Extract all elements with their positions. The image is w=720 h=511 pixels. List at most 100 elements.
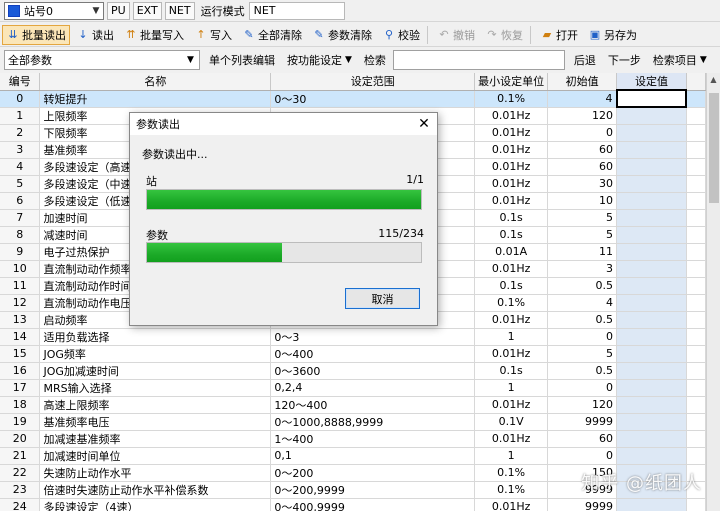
param-no: 23 <box>0 481 41 499</box>
param-set-value[interactable] <box>616 192 687 210</box>
net-button[interactable]: NET <box>164 1 195 20</box>
read-button[interactable]: ↓ 读出 <box>72 25 118 45</box>
param-range: 0～3600 <box>270 362 476 380</box>
dialog-titlebar: 参数读出 ✕ <box>130 113 437 135</box>
cancel-button[interactable]: 取消 <box>345 288 420 309</box>
param-set-value[interactable] <box>616 158 687 176</box>
open-button[interactable]: ▰ 打开 <box>536 25 582 45</box>
next-button[interactable]: 下一步 <box>605 50 644 70</box>
param-set-value[interactable] <box>615 89 688 108</box>
save-icon: ▣ <box>589 27 601 41</box>
param-set-value[interactable] <box>616 362 687 380</box>
param-set-value[interactable] <box>616 294 687 312</box>
param-set-value[interactable] <box>616 209 687 227</box>
header-min-unit[interactable]: 最小设定单位 <box>474 73 549 91</box>
ext-button[interactable]: EXT <box>132 1 162 20</box>
param-initial: 0 <box>547 447 618 465</box>
param-set-value[interactable] <box>616 243 687 261</box>
param-group-select[interactable]: 全部参数 ▼ <box>4 50 200 70</box>
station-select[interactable]: 站号0 ▼ <box>4 1 104 20</box>
table-row[interactable]: 15 JOG频率 0～400 0.01Hz 5 <box>0 345 706 363</box>
station-bar: 站号0 ▼ PU EXT NET 运行模式 NET <box>0 0 720 22</box>
header-name[interactable]: 名称 <box>39 73 272 91</box>
write-button[interactable]: ↑ 写入 <box>190 25 236 45</box>
table-row[interactable]: 19 基准频率电压 0～1000,8888,9999 0.1V 9999 <box>0 413 706 431</box>
search-item-button[interactable]: 检索项目 ▼ <box>650 50 710 70</box>
close-icon[interactable]: ✕ <box>411 116 437 132</box>
param-clear-button[interactable]: ✎ 参数清除 <box>308 25 376 45</box>
row-filler <box>686 192 706 210</box>
param-no: 3 <box>0 141 41 159</box>
param-no: 1 <box>0 107 41 125</box>
scrollbar-thumb[interactable] <box>709 93 719 203</box>
param-name: 倍速时失速防止动作水平补偿系数 <box>39 481 272 499</box>
param-name: 加减速基准频率 <box>39 430 272 448</box>
header-filler <box>686 73 706 91</box>
pu-button[interactable]: PU <box>107 1 130 20</box>
param-no: 4 <box>0 158 41 176</box>
table-row[interactable]: 20 加减速基准频率 1～400 0.01Hz 60 <box>0 430 706 448</box>
row-filler <box>686 294 706 312</box>
param-no: 17 <box>0 379 41 397</box>
table-row[interactable]: 18 高速上限频率 120～400 0.01Hz 120 <box>0 396 706 414</box>
chevron-down-icon: ▼ <box>345 55 352 65</box>
row-filler <box>686 498 706 511</box>
single-list-edit-button[interactable]: 单个列表编辑 <box>206 50 278 70</box>
param-set-value[interactable] <box>616 175 687 193</box>
header-range[interactable]: 设定范围 <box>270 73 476 91</box>
write-label: 写入 <box>210 28 232 42</box>
param-set-value[interactable] <box>616 141 687 159</box>
param-set-value[interactable] <box>616 345 687 363</box>
header-set-value[interactable]: 设定值 <box>616 73 687 91</box>
param-initial: 0 <box>547 328 618 346</box>
param-name: JOG频率 <box>39 345 272 363</box>
scroll-up-icon[interactable]: ▲ <box>707 73 720 87</box>
table-row[interactable]: 0 转矩提升 0～30 0.1% 4 <box>0 89 706 108</box>
open-label: 打开 <box>556 28 578 42</box>
redo-button[interactable]: ↷ 恢复 <box>481 25 527 45</box>
param-set-value[interactable] <box>616 124 687 142</box>
table-row[interactable]: 17 MRS输入选择 0,2,4 1 0 <box>0 379 706 397</box>
clear-all-button[interactable]: ✎ 全部清除 <box>238 25 306 45</box>
undo-button[interactable]: ↶ 撤销 <box>433 25 479 45</box>
row-filler <box>686 124 706 142</box>
param-set-value[interactable] <box>616 328 687 346</box>
verify-button[interactable]: ⚲ 校验 <box>378 25 424 45</box>
back-button[interactable]: 后退 <box>571 50 599 70</box>
table-row[interactable]: 24 多段速设定（4速） 0～400,9999 0.01Hz 9999 <box>0 498 706 511</box>
param-min-unit: 0.01Hz <box>474 124 549 142</box>
param-set-value[interactable] <box>616 413 687 431</box>
param-set-value[interactable] <box>616 430 687 448</box>
param-set-value[interactable] <box>616 260 687 278</box>
param-set-value[interactable] <box>616 277 687 295</box>
save-as-button[interactable]: ▣ 另存为 <box>584 25 641 45</box>
table-row[interactable]: 14 适用负载选择 0～3 1 0 <box>0 328 706 346</box>
param-set-value[interactable] <box>616 447 687 465</box>
table-row[interactable]: 21 加减速时间单位 0,1 1 0 <box>0 447 706 465</box>
search-input[interactable] <box>392 50 565 70</box>
header-no[interactable]: 编号 <box>0 73 41 91</box>
param-set-value[interactable] <box>616 311 687 329</box>
header-initial[interactable]: 初始值 <box>547 73 618 91</box>
param-set-value[interactable] <box>616 107 687 125</box>
param-set-value[interactable] <box>616 396 687 414</box>
param-min-unit: 0.01Hz <box>474 430 549 448</box>
param-range: 0～1000,8888,9999 <box>270 413 476 431</box>
vertical-scrollbar[interactable]: ▲ <box>706 73 720 511</box>
param-initial: 4 <box>547 294 618 312</box>
table-row[interactable]: 16 JOG加减速时间 0～3600 0.1s 0.5 <box>0 362 706 380</box>
param-set-value[interactable] <box>616 379 687 397</box>
param-group-value: 全部参数 <box>8 54 52 67</box>
param-set-value[interactable] <box>616 498 687 511</box>
batch-write-button[interactable]: ⇈ 批量写入 <box>120 25 188 45</box>
row-filler <box>686 430 706 448</box>
row-filler <box>686 328 706 346</box>
batch-read-button[interactable]: ⇊ 批量读出 <box>2 24 70 45</box>
param-min-unit: 0.1% <box>474 464 549 482</box>
save-as-label: 另存为 <box>604 28 637 42</box>
clear-all-label: 全部清除 <box>258 28 302 42</box>
by-function-button[interactable]: 按功能设定 ▼ <box>284 50 355 70</box>
param-set-value[interactable] <box>616 226 687 244</box>
row-filler <box>686 379 706 397</box>
verify-label: 校验 <box>398 28 420 42</box>
